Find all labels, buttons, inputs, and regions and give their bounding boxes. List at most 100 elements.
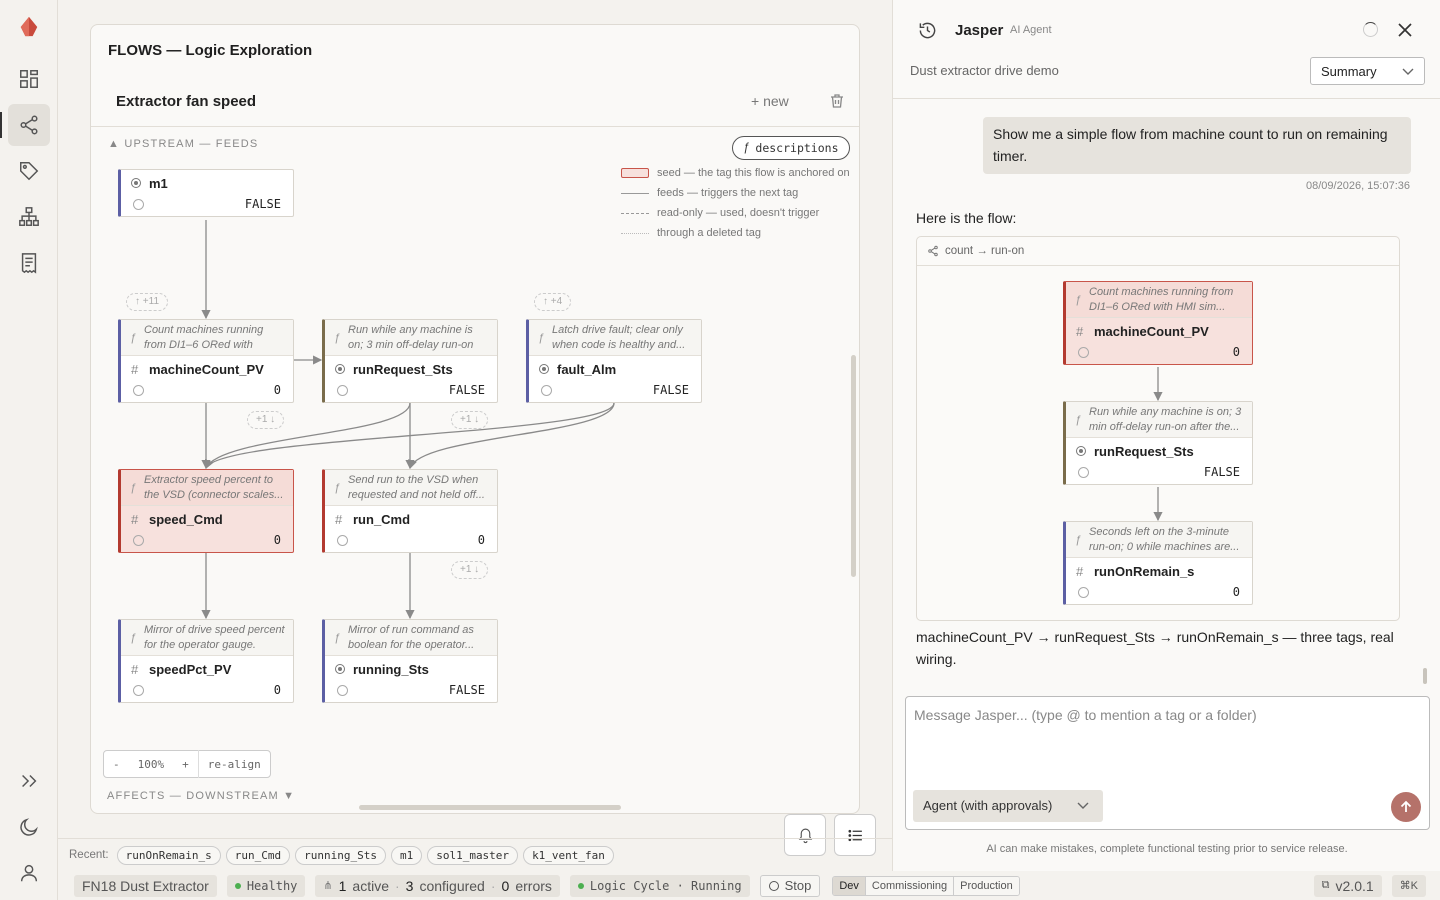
chevrons-right-icon: [22, 774, 37, 788]
info-icon[interactable]: [541, 385, 552, 396]
close-panel-button[interactable]: [1397, 22, 1413, 43]
send-button[interactable]: [1391, 792, 1421, 822]
runtime-summary[interactable]: ⋔ 1 active · 3 configured · 0 errors: [315, 874, 560, 897]
status-bar: FN18 Dust Extractor Healthy ⋔ 1 active · …: [58, 871, 1440, 900]
info-icon[interactable]: [133, 199, 144, 210]
view-mode-select[interactable]: Summary: [1310, 57, 1425, 85]
version-text: v2.0.1: [1335, 877, 1374, 894]
node-m1[interactable]: m1 FALSE: [118, 169, 294, 217]
node-name-row: fault_Alm: [529, 356, 701, 382]
chat-scrollbar[interactable]: [1423, 668, 1427, 684]
info-icon[interactable]: [133, 385, 144, 396]
node-name-row: # machineCount_PV: [1066, 318, 1252, 344]
info-icon[interactable]: [1078, 587, 1089, 598]
nav-reports-button[interactable]: [8, 242, 50, 284]
stop-button[interactable]: Stop: [759, 874, 821, 897]
vertical-scrollbar[interactable]: [851, 355, 856, 577]
node-fault_Alm[interactable]: ƒ Latch drive fault; clear only when code…: [526, 319, 702, 403]
node-speedPct-name: speedPct_PV: [149, 662, 232, 677]
header-divider: [893, 98, 1440, 99]
node-machineCount_PV[interactable]: ƒ Count machines running from DI1–6 ORed …: [118, 319, 294, 403]
node-runningSts-name: running_Sts: [353, 662, 429, 677]
info-icon[interactable]: [133, 535, 144, 546]
info-icon[interactable]: [133, 685, 144, 696]
expand-upstream-pill[interactable]: ↑ +4: [534, 293, 572, 311]
hierarchy-icon: [19, 207, 39, 226]
mini-node-b-name: runRequest_Sts: [1094, 444, 1194, 459]
errors-label: errors: [515, 877, 552, 894]
mini-node-runRequest_Sts[interactable]: ƒ Run while any machine is on; 3 min off-…: [1063, 401, 1253, 485]
env-production[interactable]: Production: [954, 876, 1019, 895]
command-palette-shortcut[interactable]: ⌘K: [1391, 874, 1426, 897]
project-name[interactable]: FN18 Dust Extractor: [74, 874, 217, 897]
history-button[interactable]: [918, 21, 937, 45]
logic-cycle-status[interactable]: Logic Cycle · Running: [569, 874, 750, 897]
agent-name: Jasper: [955, 22, 1004, 39]
nav-hierarchy-button[interactable]: [8, 196, 50, 238]
node-machineCount-value: 0: [273, 383, 281, 397]
nav-dashboard-button[interactable]: [8, 58, 50, 100]
recent-chip[interactable]: running_Sts: [295, 845, 386, 865]
message-input[interactable]: [906, 697, 1429, 777]
theme-toggle-button[interactable]: [8, 806, 50, 848]
recent-chip[interactable]: m1: [390, 845, 423, 865]
node-runRequest_Sts[interactable]: ƒ Run while any machine is on; 3 min off-…: [322, 319, 498, 403]
node-running_Sts[interactable]: ƒ Mirror of run command as boolean for th…: [322, 619, 498, 703]
agent-reply-intro: Here is the flow:: [916, 210, 1017, 226]
recent-chip[interactable]: k1_vent_fan: [523, 845, 614, 865]
mini-node-a-value: 0: [1232, 345, 1240, 359]
realign-button[interactable]: re-align: [199, 758, 270, 771]
recent-chip[interactable]: sol1_master: [427, 845, 519, 865]
nav-flows-button[interactable]: [0, 104, 50, 146]
environment-switcher: Dev Commissioning Production: [832, 875, 1020, 896]
expand-downstream-pill[interactable]: +1 ↓: [247, 411, 285, 429]
loading-spinner-icon: [1363, 22, 1378, 37]
message-timestamp: 08/09/2026, 15:07:36: [1306, 180, 1410, 192]
info-icon[interactable]: [337, 685, 348, 696]
mini-node-runOnRemain_s[interactable]: ƒ Seconds left on the 3-minute run-on; 0 …: [1063, 521, 1253, 605]
expand-downstream-pill[interactable]: +1 ↓: [451, 411, 489, 429]
node-runCmd-desc: Send run to the VSD when requested and n…: [348, 474, 485, 501]
recent-chip[interactable]: run_Cmd: [225, 845, 291, 865]
configured-label: configured: [419, 877, 485, 894]
mini-node-a-desc: Count machines running from DI1–6 ORed w…: [1089, 286, 1234, 313]
info-icon[interactable]: [1078, 467, 1089, 478]
node-speed_Cmd[interactable]: ƒ Extractor speed percent to the VSD (con…: [118, 469, 294, 553]
node-m1-footer: FALSE: [121, 196, 293, 216]
numeric-icon: #: [335, 512, 343, 527]
info-icon[interactable]: [337, 385, 348, 396]
node-run_Cmd[interactable]: ƒ Send run to the VSD when requested and …: [322, 469, 498, 553]
expand-upstream-pill[interactable]: ↑ +11: [126, 293, 168, 311]
mini-node-machineCount_PV[interactable]: ƒ Count machines running from DI1–6 ORed …: [1063, 281, 1253, 365]
numeric-icon: #: [131, 512, 139, 527]
node-name-row: # runOnRemain_s: [1066, 558, 1252, 584]
node-speedPct_PV[interactable]: ƒ Mirror of drive speed percent for the o…: [118, 619, 294, 703]
mini-flow-card[interactable]: count → run-on ƒ Count machines running f…: [916, 236, 1400, 621]
node-name-row: runRequest_Sts: [1066, 438, 1252, 464]
expand-downstream-pill[interactable]: +1 ↓: [451, 561, 489, 579]
recent-chip[interactable]: runOnRemain_s: [116, 845, 221, 865]
env-commissioning[interactable]: Commissioning: [865, 876, 955, 895]
ai-disclaimer: AI can make mistakes, complete functiona…: [986, 843, 1348, 855]
nav-tags-button[interactable]: [8, 150, 50, 192]
node-speedCmd-value: 0: [273, 533, 281, 547]
env-dev[interactable]: Dev: [833, 876, 866, 895]
node-speedPct-desc: Mirror of drive speed percent for the op…: [144, 624, 285, 651]
agent-mode-select[interactable]: Agent (with approvals): [913, 790, 1103, 822]
active-label: active: [352, 877, 389, 894]
zoom-in-button[interactable]: +: [173, 758, 198, 771]
node-machineCount-desc: Count machines running from DI1–6 ORed w…: [144, 324, 264, 355]
zoom-out-button[interactable]: -: [104, 758, 129, 771]
expand-rail-button[interactable]: [8, 760, 50, 802]
info-icon[interactable]: [1078, 347, 1089, 358]
node-description: ƒ Run while any machine is on; 3 min off-…: [1066, 402, 1252, 438]
chevron-down-icon: [1077, 802, 1089, 809]
user-profile-button[interactable]: [8, 852, 50, 894]
info-icon[interactable]: [337, 535, 348, 546]
version-badge[interactable]: ⧉ v2.0.1: [1313, 874, 1382, 897]
app-logo: [18, 16, 40, 43]
receipt-icon: [21, 253, 37, 274]
health-status[interactable]: Healthy: [226, 874, 306, 897]
horizontal-scrollbar[interactable]: [359, 805, 621, 810]
node-runCmd-value: 0: [477, 533, 485, 547]
